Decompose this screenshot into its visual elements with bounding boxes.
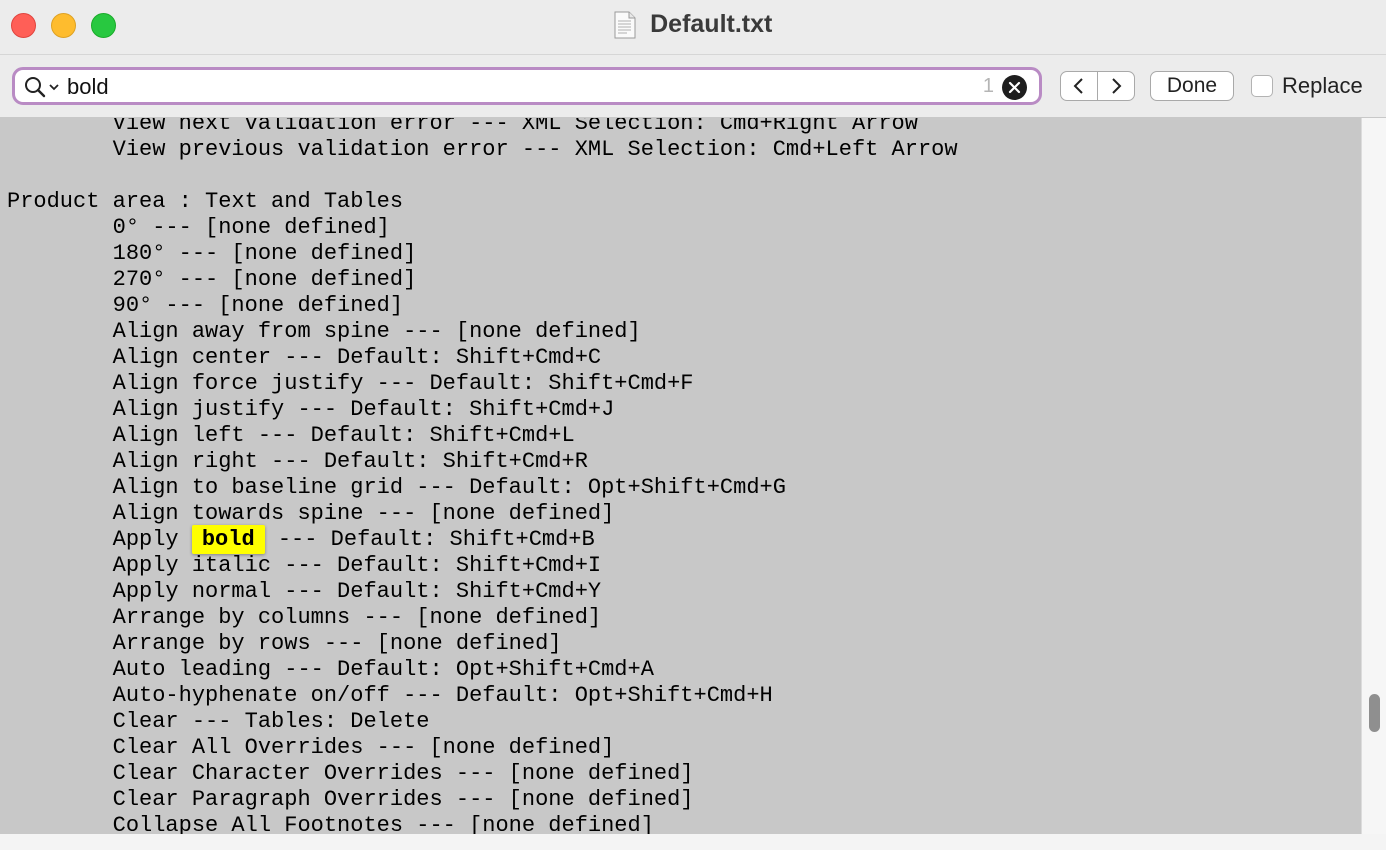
window-title: Default.txt [650,10,773,38]
text-line: Align force justify --- Default: Shift+C… [7,371,694,396]
text-line: Clear --- Tables: Delete [7,709,430,734]
scroll-thumb[interactable] [1369,694,1380,732]
text-line: 270° --- [none defined] [7,267,417,292]
document-text: View next validation error --- XML Selec… [7,118,958,834]
text-line: Apply bold --- Default: Shift+Cmd+B [7,525,595,554]
text-line: Align right --- Default: Shift+Cmd+R [7,449,588,474]
bottom-edge [0,834,1386,850]
text-line: Align to baseline grid --- Default: Opt+… [7,475,786,500]
title-bar: Default.txt [0,0,1386,55]
text-line: View next validation error --- XML Selec… [7,118,918,136]
close-icon [1008,81,1021,94]
match-navigation [1060,71,1135,101]
chevron-right-icon [1112,78,1122,94]
text-line: Align towards spine --- [none defined] [7,501,615,526]
text-line: Apply italic --- Default: Shift+Cmd+I [7,553,602,578]
replace-label: Replace [1282,73,1363,98]
text-line: View previous validation error --- XML S… [7,137,958,162]
chevron-left-icon [1073,78,1083,94]
text-line: Collapse All Footnotes --- [none defined… [7,813,654,834]
done-button[interactable]: Done [1150,71,1234,101]
vertical-scrollbar[interactable] [1361,118,1386,834]
search-field[interactable]: 1 [12,67,1042,105]
search-input[interactable] [67,73,927,101]
text-document-icon [614,11,636,39]
window-title-group: Default.txt [0,10,1386,42]
text-line: 0° --- [none defined] [7,215,390,240]
text-line: Arrange by columns --- [none defined] [7,605,602,630]
text-line: Auto leading --- Default: Opt+Shift+Cmd+… [7,657,654,682]
clear-search-button[interactable] [1002,75,1027,100]
match-count: 1 [982,75,994,97]
text-line: Clear Character Overrides --- [none defi… [7,761,694,786]
replace-checkbox[interactable] [1251,75,1273,97]
find-bar: 1 Done Replace [0,55,1386,118]
text-line: 180° --- [none defined] [7,241,417,266]
text-editor[interactable]: View next validation error --- XML Selec… [0,118,1361,834]
text-line: Align left --- Default: Shift+Cmd+L [7,423,575,448]
text-line: Align away from spine --- [none defined] [7,319,641,344]
text-line: Apply normal --- Default: Shift+Cmd+Y [7,579,602,604]
text-line: Product area : Text and Tables [7,189,404,214]
text-line: 90° --- [none defined] [7,293,404,318]
search-icon[interactable] [24,76,46,98]
search-match-highlight: bold [191,525,265,554]
next-match-button[interactable] [1098,72,1134,100]
text-line: Arrange by rows --- [none defined] [7,631,562,656]
text-line: Clear All Overrides --- [none defined] [7,735,615,760]
text-line [7,163,958,189]
text-line: Clear Paragraph Overrides --- [none defi… [7,787,694,812]
text-line: Auto-hyphenate on/off --- Default: Opt+S… [7,683,773,708]
text-line: Align justify --- Default: Shift+Cmd+J [7,397,615,422]
text-line: Align center --- Default: Shift+Cmd+C [7,345,602,370]
chevron-down-icon[interactable] [48,80,60,92]
previous-match-button[interactable] [1061,72,1098,100]
